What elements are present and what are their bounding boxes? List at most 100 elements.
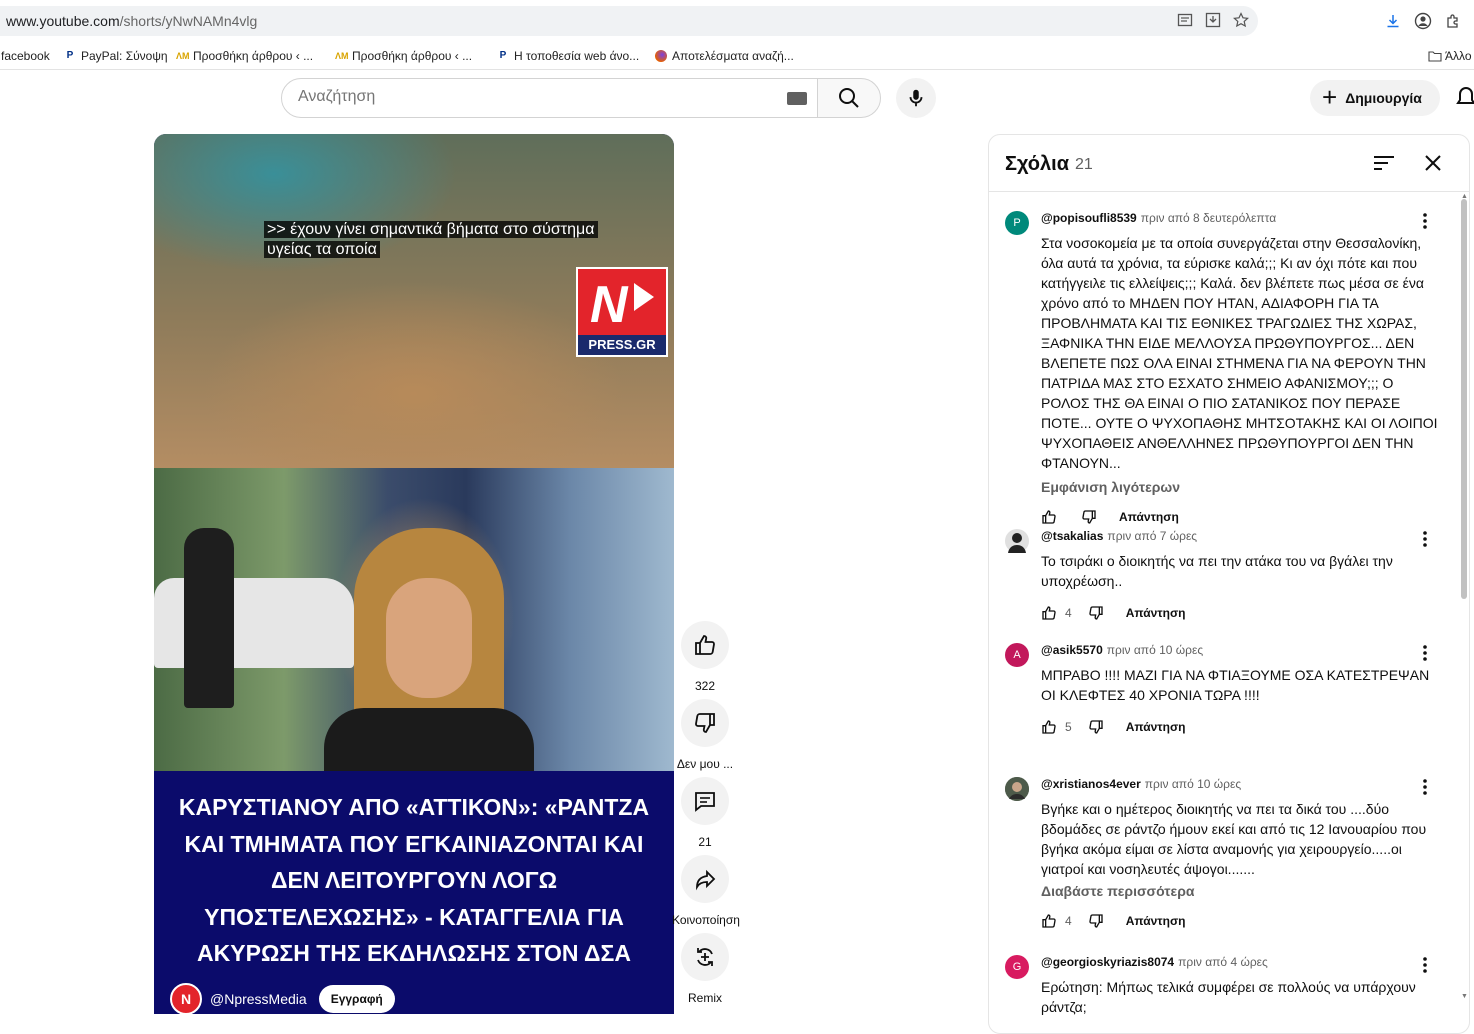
bookmark-add-article-2[interactable]: ΛΜ Προσθήκη άρθρου ‹ ... [335,49,472,63]
share-button[interactable] [681,855,729,903]
read-more-link[interactable]: Διαβάστε περισσότερα [1041,883,1441,899]
dislike-button[interactable] [681,699,729,747]
voice-search-button[interactable] [896,78,936,118]
like-action: 322 [672,621,738,693]
comment-avatar[interactable] [1005,777,1029,801]
remix-label: Remix [687,991,722,1005]
comment-time[interactable]: πριν από 10 ώρες [1107,643,1203,657]
paypal-icon: P [66,50,74,61]
reply-button[interactable]: Απάντηση [1126,606,1186,620]
dislike-label: Δεν μου ... [676,757,734,771]
download-icon[interactable] [1384,12,1402,30]
comments-scrollbar[interactable] [1461,199,1467,599]
reply-button[interactable]: Απάντηση [1126,720,1186,734]
comment-like-count: 4 [1065,606,1072,620]
comment-author[interactable]: @asik5570 [1041,643,1103,657]
comment-like-icon[interactable] [1041,509,1057,525]
logo-n-mark: N [590,276,628,334]
url-domain: www.youtube.com [6,13,120,29]
logo-label: PRESS.GR [578,335,666,355]
more-options-icon[interactable] [1423,645,1427,666]
caption-line: >> έχουν γίνει σημαντικά βήματα στο σύστ… [264,221,598,238]
dislike-action: Δεν μου ... [672,699,738,771]
url-path: /shorts/yNwNAMn4vlg [119,13,258,29]
keyboard-icon[interactable] [787,92,807,105]
browser-toolbar: www.youtube.com/shorts/yNwNAMn4vlg [0,0,1474,42]
comment-author[interactable]: @georgioskyriazis8074 [1041,955,1174,969]
woman-face-shape [386,578,472,698]
comment-like-icon[interactable] [1041,719,1057,735]
comment-dislike-icon[interactable] [1088,719,1104,735]
comments-header: Σχόλια 21 [989,135,1469,192]
video-caption: >> έχουν γίνει σημαντικά βήματα στο σύστ… [264,220,598,260]
channel-avatar[interactable]: N [170,983,202,1014]
subscribe-button[interactable]: Εγγραφή [318,985,395,1013]
other-bookmarks[interactable]: Άλλο [1428,49,1472,63]
reply-button[interactable]: Απάντηση [1119,510,1179,524]
search-icon [839,88,859,108]
comment-avatar[interactable] [1005,529,1029,553]
comment-time[interactable]: πριν από 7 ώρες [1107,529,1197,543]
comment-dislike-icon[interactable] [1088,913,1104,929]
sort-icon[interactable] [1373,153,1395,178]
comment-author[interactable]: @xristianos4ever [1041,777,1141,791]
comment-dislike-icon[interactable] [1081,509,1097,525]
bookmark-website[interactable]: P Η τοποθεσία web άνο... [497,49,640,63]
comment-like-icon[interactable] [1041,913,1057,929]
bookmark-label: PayPal: Σύνοψη [81,49,168,63]
comment-text: Βγήκε και ο ημέτερος διοικητής να πει τα… [1041,801,1427,877]
bookmark-label: Αποτελέσματα αναζή... [672,49,794,63]
bookmark-add-article-1[interactable]: ΛΜ Προσθήκη άρθρου ‹ ... [176,49,313,63]
comment-like-icon[interactable] [1041,605,1057,621]
reader-view-icon[interactable] [1176,11,1194,29]
comment-avatar[interactable]: P [1005,211,1029,235]
bookmark-star-icon[interactable] [1232,11,1250,29]
comment-text: Το τσιράκι ο διοικητής να πει την ατάκα … [1041,553,1393,589]
search-box [281,78,818,118]
search-input[interactable] [298,88,778,106]
close-icon[interactable] [1423,153,1443,178]
comment-time[interactable]: πριν από 4 ώρες [1178,955,1268,969]
comment-time[interactable]: πριν από 10 ώρες [1145,777,1241,791]
reply-button[interactable]: Απάντηση [1126,914,1186,928]
caption-line: υγείας τα οποία [264,241,380,258]
bookmark-search-results[interactable]: Αποτελέσματα αναζή... [655,49,794,63]
more-options-icon[interactable] [1423,779,1427,800]
remix-action: Remix [672,933,738,1005]
more-options-icon[interactable] [1423,531,1427,552]
shorts-video-player[interactable]: >> έχουν γίνει σημαντικά βήματα στο σύστ… [154,134,674,1014]
comment-avatar[interactable]: A [1005,643,1029,667]
share-icon [696,869,716,891]
remix-button[interactable] [681,933,729,981]
account-icon[interactable] [1414,12,1432,30]
comment-dislike-icon[interactable] [1088,605,1104,621]
comment-avatar[interactable]: G [1005,955,1029,979]
notifications-bell-icon[interactable] [1456,86,1474,115]
channel-info: N @NpressMedia Εγγραφή [170,983,395,1014]
scroll-down-arrow-icon[interactable]: ▼ [1461,993,1468,1000]
user-silhouette-icon [1008,533,1026,553]
comment-time[interactable]: πριν από 8 δευτερόλεπτα [1141,211,1276,225]
show-less-link[interactable]: Εμφάνιση λιγότερων [1041,479,1441,495]
comment-like-count: 5 [1065,720,1072,734]
woman-body-shape [324,708,534,771]
like-button[interactable] [681,621,729,669]
comment-author[interactable]: @tsakalias [1041,529,1103,543]
comment-author[interactable]: @popisoufli8539 [1041,211,1137,225]
bookmark-facebook[interactable]: facebook [1,49,50,63]
comment-count: 21 [698,835,712,849]
comments-title: Σχόλια [1005,153,1069,175]
search-button[interactable] [817,78,881,118]
more-options-icon[interactable] [1423,957,1427,978]
extensions-icon[interactable] [1444,12,1462,30]
bookmark-label: Προσθήκη άρθρου ‹ ... [352,49,473,63]
save-page-icon[interactable] [1204,11,1222,29]
bookmark-paypal[interactable]: P PayPal: Σύνοψη [64,49,168,63]
comment-text: Ερώτηση: Μήπως τελικά συμφέρει σε πολλού… [1041,979,1416,1015]
url-text[interactable]: www.youtube.com/shorts/yNwNAMn4vlg [6,13,257,29]
address-bar[interactable]: www.youtube.com/shorts/yNwNAMn4vlg [0,6,1258,36]
channel-name[interactable]: @NpressMedia [210,991,307,1007]
create-button[interactable]: + Δημιουργία [1310,80,1440,116]
more-options-icon[interactable] [1423,213,1427,234]
comments-button[interactable] [681,777,729,825]
